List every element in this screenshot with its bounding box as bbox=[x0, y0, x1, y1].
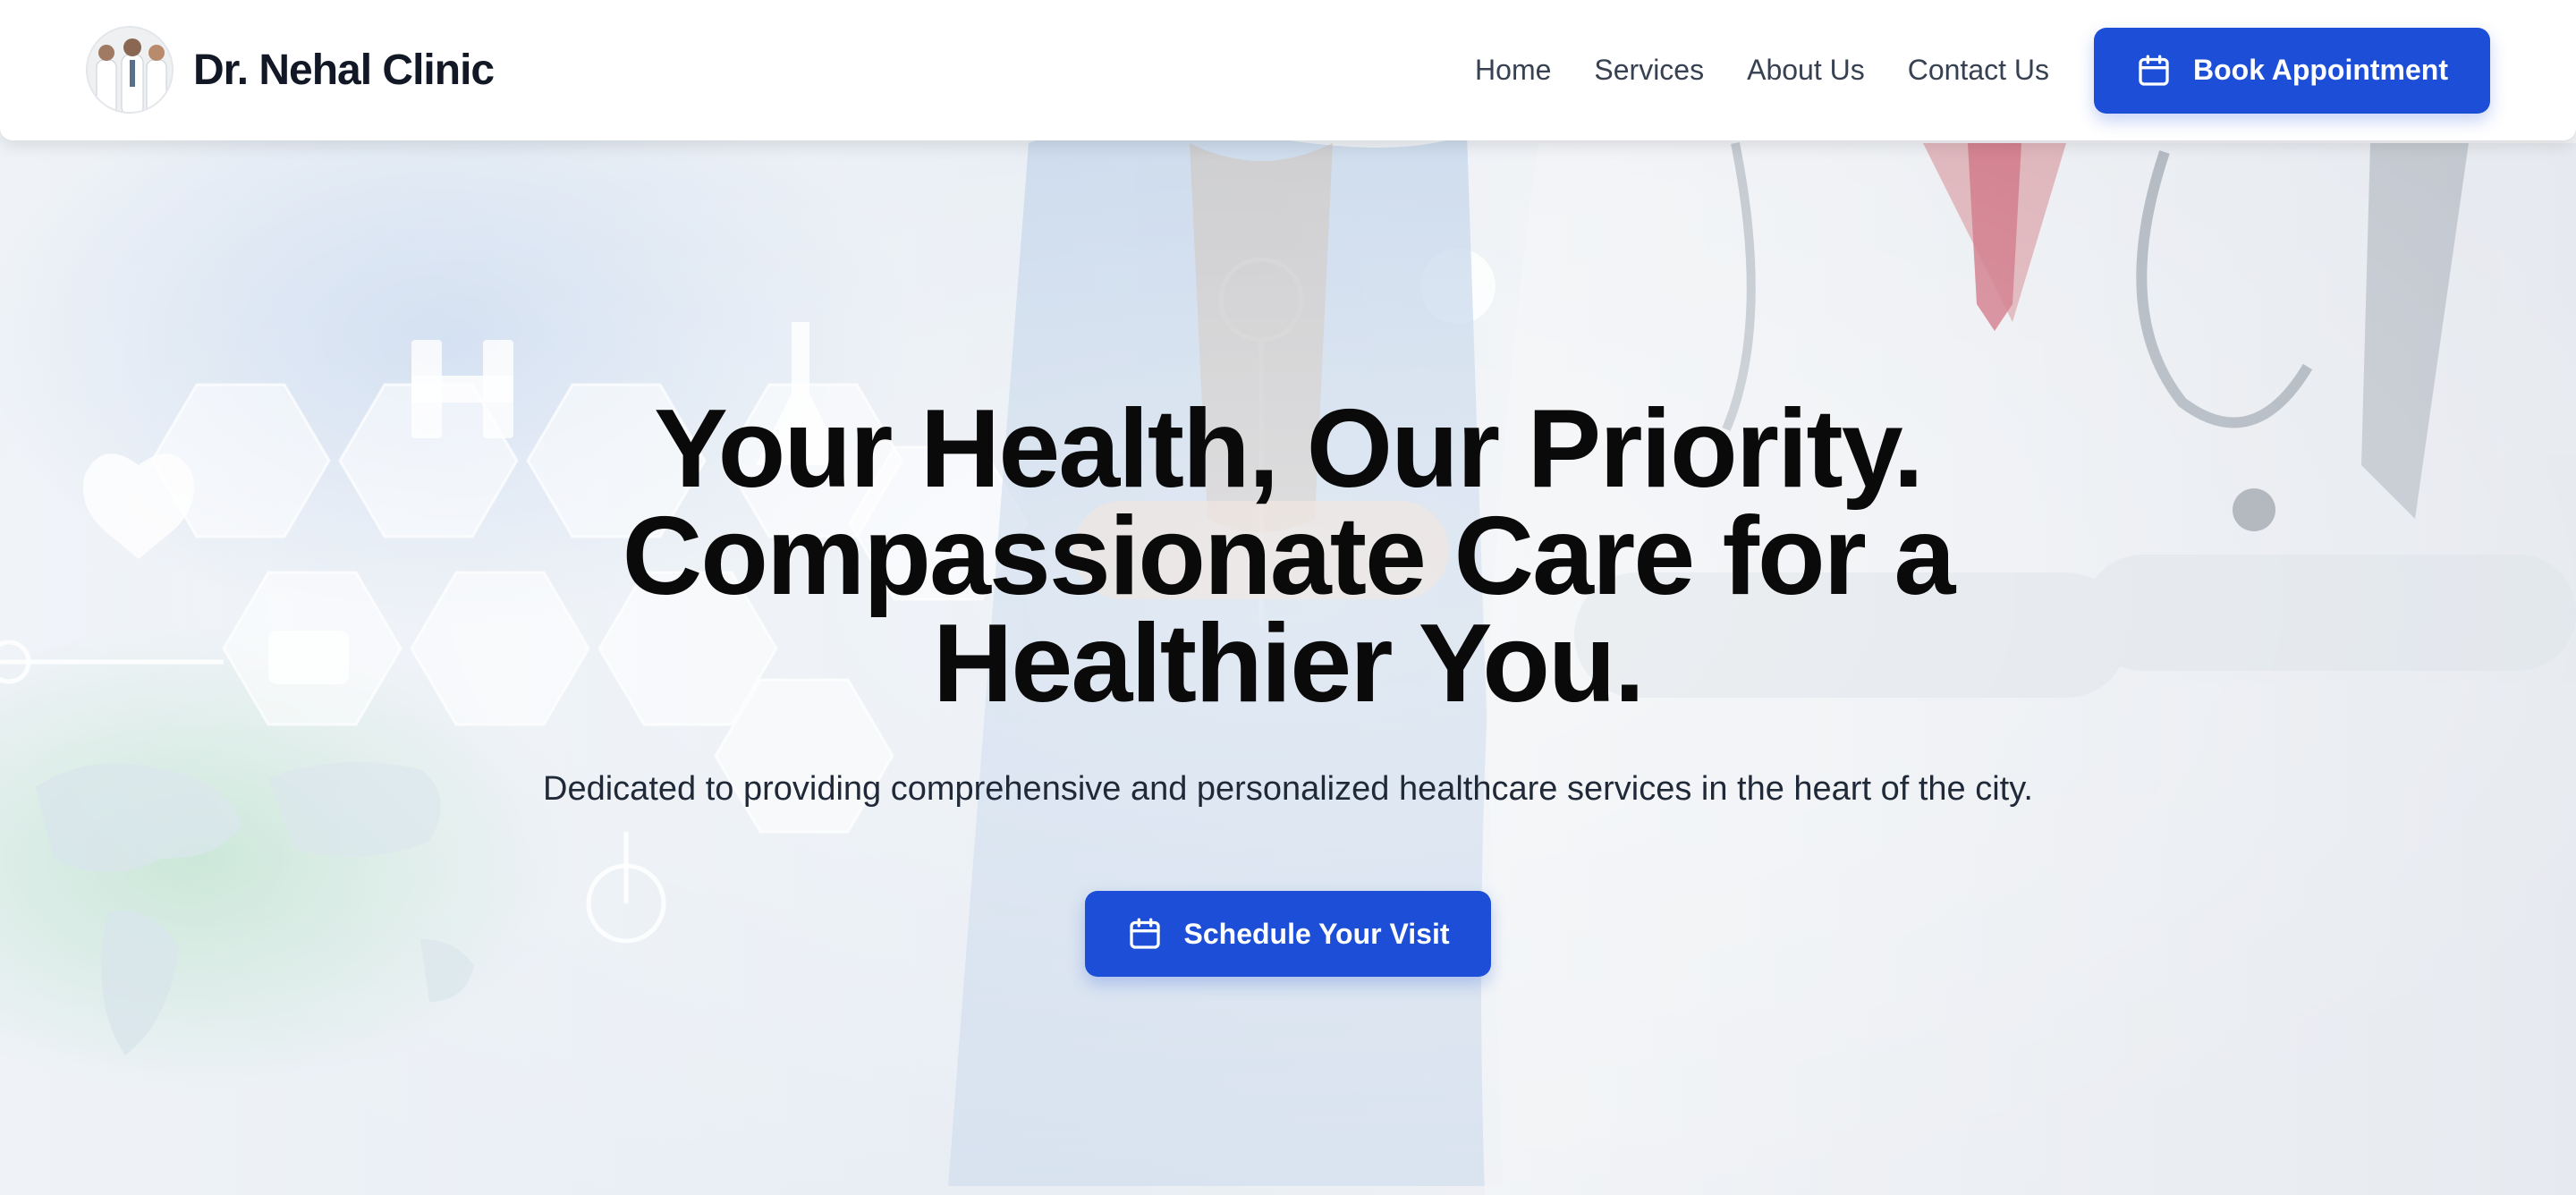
nav-about[interactable]: About Us bbox=[1747, 54, 1865, 87]
schedule-visit-button[interactable]: Schedule Your Visit bbox=[1085, 891, 1491, 977]
book-appointment-label: Book Appointment bbox=[2193, 54, 2448, 86]
hero-section: Your Health, Our Priority. Compassionate… bbox=[0, 0, 2576, 1195]
book-appointment-button[interactable]: Book Appointment bbox=[2094, 27, 2490, 114]
schedule-visit-label: Schedule Your Visit bbox=[1183, 917, 1450, 950]
main-nav: Home Services About Us Contact Us Book A… bbox=[1475, 0, 2576, 140]
hero-content: Your Health, Our Priority. Compassionate… bbox=[0, 387, 2576, 977]
nav-services[interactable]: Services bbox=[1594, 54, 1704, 87]
calendar-icon bbox=[1129, 918, 1160, 949]
hero-subtitle: Dedicated to providing comprehensive and… bbox=[543, 770, 2033, 808]
calendar-icon bbox=[2139, 55, 2169, 86]
hero-title: Your Health, Our Priority. Compassionate… bbox=[622, 387, 1956, 725]
clinic-logo bbox=[86, 26, 174, 114]
brand[interactable]: Dr. Nehal Clinic bbox=[86, 26, 495, 114]
brand-name: Dr. Nehal Clinic bbox=[193, 46, 495, 94]
nav-contact[interactable]: Contact Us bbox=[1908, 54, 2049, 87]
nav-home[interactable]: Home bbox=[1475, 54, 1551, 87]
site-header: Dr. Nehal Clinic Home Services About Us … bbox=[0, 0, 2576, 140]
